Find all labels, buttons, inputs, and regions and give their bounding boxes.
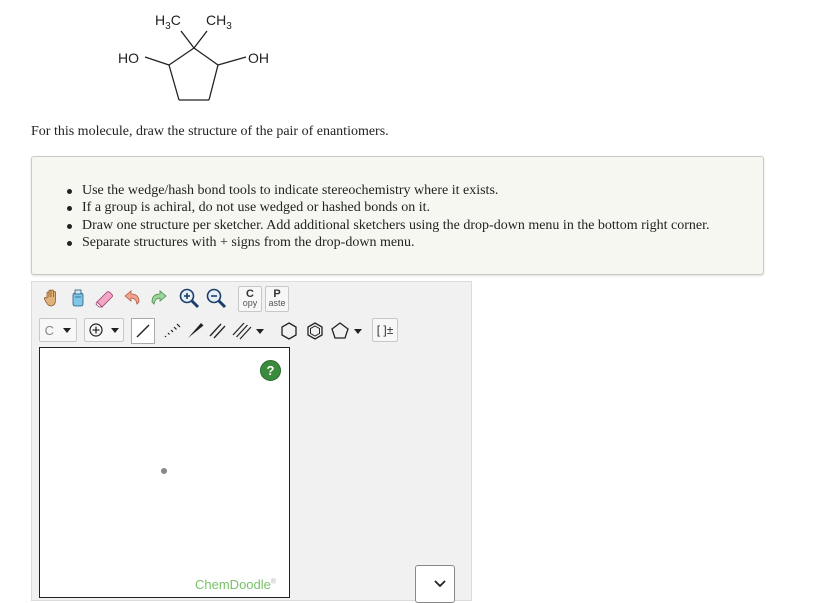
watermark-mark: ® [270, 578, 277, 586]
molecule-structure: H3C CH3 HO OH [118, 12, 269, 101]
hydroxyl-bond [144, 56, 170, 66]
instruction-item: Separate structures with + signs from th… [67, 234, 710, 251]
undo-icon[interactable] [121, 286, 145, 310]
methyl-bond [193, 30, 208, 49]
single-bond-icon[interactable] [131, 318, 155, 344]
paste-label-bottom: aste [268, 298, 286, 308]
hash-bond-icon[interactable] [159, 319, 183, 343]
chevron-down-icon[interactable] [254, 325, 266, 337]
chevron-down-icon [111, 327, 119, 333]
methyl-bond [180, 30, 195, 49]
clear-icon[interactable] [66, 286, 90, 310]
atom-select-value: C [44, 322, 55, 338]
help-icon[interactable]: ? [260, 360, 281, 381]
benzene-icon[interactable] [303, 319, 327, 343]
methyl-label-left: H3C [155, 12, 181, 32]
instructions-list: Use the wedge/hash bond tools to indicat… [67, 182, 710, 251]
zoom-out-icon[interactable] [204, 286, 228, 310]
drawing-canvas[interactable]: ? ChemDoodle® [39, 347, 290, 598]
wedge-bond-icon[interactable] [183, 319, 207, 343]
methyl-label-right: CH3 [206, 12, 232, 32]
redo-icon[interactable] [146, 286, 170, 310]
charge-plus-icon [89, 323, 103, 337]
question-prompt: For this molecule, draw the structure of… [31, 124, 389, 139]
charge-select[interactable] [84, 318, 124, 342]
atom-select[interactable]: C [39, 318, 77, 342]
cyclohexane-icon[interactable] [277, 319, 301, 343]
sketcher: C opy P aste C [ ]± ? ChemDoodle® [31, 281, 472, 603]
zoom-in-icon[interactable] [177, 286, 201, 310]
instruction-item: If a group is achiral, do not use wedged… [67, 199, 710, 216]
canvas-cursor-dot [161, 468, 167, 474]
instruction-item: Draw one structure per sketcher. Add add… [67, 217, 710, 233]
paste-button[interactable]: P aste [265, 286, 289, 312]
instructions-panel: Use the wedge/hash bond tools to indicat… [31, 156, 764, 275]
watermark-text: ChemDoodle [195, 577, 271, 592]
instruction-item: Use the wedge/hash bond tools to indicat… [67, 182, 710, 199]
double-bond-icon[interactable] [206, 319, 230, 343]
eraser-icon[interactable] [93, 286, 117, 310]
copy-button[interactable]: C opy [238, 286, 262, 312]
chemdoodle-watermark: ChemDoodle® [195, 577, 276, 592]
bracket-charge-button[interactable]: [ ]± [372, 318, 398, 342]
hydroxyl-label-right: OH [248, 50, 269, 66]
hydroxyl-bond [217, 56, 247, 66]
chevron-down-icon [434, 580, 446, 588]
hydroxyl-label-left: HO [118, 50, 139, 66]
ring-bond [193, 47, 219, 66]
bracket-charge-label: [ ]± [376, 323, 394, 337]
cyclopentane-icon[interactable] [328, 319, 352, 343]
ring-bond [168, 47, 195, 66]
add-sketcher-dropdown[interactable] [415, 565, 455, 603]
chevron-down-icon [63, 327, 72, 333]
ring-bond [168, 64, 180, 101]
hand-icon[interactable] [40, 286, 64, 310]
triple-bond-icon[interactable] [230, 319, 254, 343]
ring-bond [208, 64, 219, 101]
copy-label-bottom: opy [242, 298, 258, 308]
chevron-down-icon[interactable] [352, 325, 364, 337]
